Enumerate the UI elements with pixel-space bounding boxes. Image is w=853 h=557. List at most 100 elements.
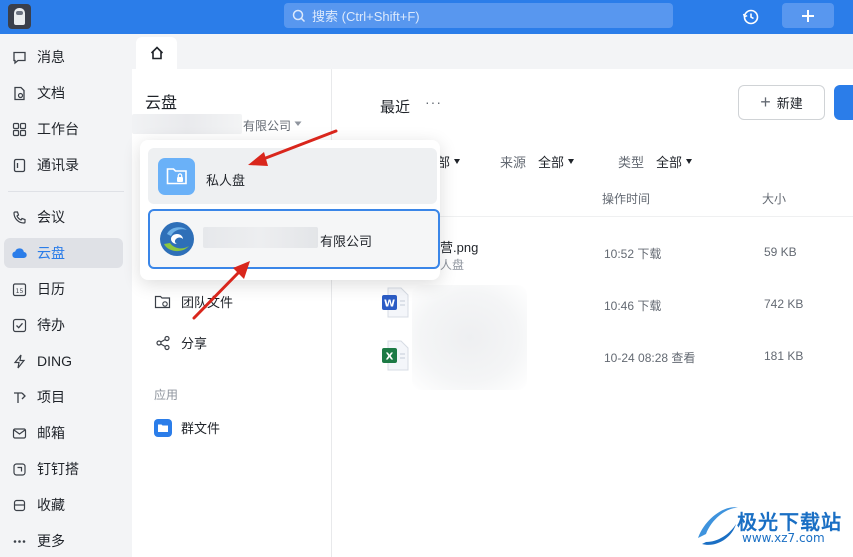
file-time: 10-24 08:28 查看 — [604, 351, 696, 365]
filter-type[interactable]: 类型 全部 — [618, 152, 693, 171]
filter-type-label: 类型 — [618, 155, 645, 170]
side-item-team-files[interactable]: 团队文件 — [154, 292, 233, 311]
file-time: 10:52 下载 — [604, 247, 662, 261]
share-icon — [154, 334, 172, 352]
more-options-button[interactable]: ··· — [425, 94, 442, 110]
nav-label: 消息 — [37, 49, 65, 65]
todo-icon — [11, 317, 27, 333]
filter-source-label: 来源 — [500, 155, 527, 170]
svg-text:W: W — [384, 299, 395, 310]
home-icon — [150, 46, 163, 60]
nav-label: 项目 — [37, 389, 65, 405]
nav-item-meeting[interactable]: 会议 — [4, 202, 123, 232]
nav-item-more[interactable]: 更多 — [4, 526, 123, 556]
nav-label: 更多 — [37, 533, 65, 549]
apps-section-label: 应用 — [154, 388, 179, 402]
file-name[interactable]: 营.png — [440, 237, 478, 256]
nav-label: 收藏 — [37, 497, 65, 513]
org-name-redacted — [132, 114, 242, 134]
nav-item-cloud[interactable]: 云盘 — [4, 238, 123, 268]
nav-item-todo[interactable]: 待办 — [4, 310, 123, 340]
more-icon — [11, 533, 27, 549]
svg-text:15: 15 — [15, 288, 23, 295]
filter-type-value: 全部 — [656, 155, 683, 170]
phone-icon — [11, 209, 27, 225]
chevron-down-icon — [454, 159, 461, 164]
nav-divider — [8, 191, 124, 192]
plus-icon — [802, 9, 814, 22]
org-logo-icon — [160, 222, 194, 256]
chevron-down-icon — [686, 159, 693, 164]
file-names-redacted — [412, 285, 527, 390]
side-item-label: 团队文件 — [181, 295, 234, 310]
team-folder-icon — [154, 293, 172, 311]
excel-file-icon: X — [382, 340, 409, 371]
page-title: 最近 — [380, 99, 411, 116]
chevron-down-icon — [568, 159, 575, 164]
nav-item-builder[interactable]: 钉钉搭 — [4, 454, 123, 484]
history-button[interactable] — [740, 6, 762, 28]
file-time: 10:46 下载 — [604, 299, 662, 313]
nav-label: 工作台 — [37, 121, 79, 137]
private-folder-icon — [158, 158, 195, 195]
history-icon — [742, 9, 759, 25]
nav-item-docs[interactable]: 文档 — [4, 78, 123, 108]
calendar-icon: 15 — [11, 281, 27, 297]
nav-item-project[interactable]: 项目 — [4, 382, 123, 412]
nav-label: 日历 — [37, 281, 65, 297]
filter-owner[interactable]: 部 — [437, 152, 461, 171]
favorite-icon — [11, 497, 27, 513]
org-selector[interactable]: 有限公司 — [243, 117, 291, 134]
nav-label: 会议 — [37, 209, 65, 225]
nav-label: 文档 — [37, 85, 65, 101]
new-button[interactable]: + 新建 — [738, 85, 825, 120]
nav-label: 通讯录 — [37, 157, 79, 173]
search-input[interactable]: 搜索 (Ctrl+Shift+F) — [284, 3, 673, 28]
org-name-redacted — [203, 227, 318, 248]
word-file-icon: W — [382, 287, 409, 318]
nav-item-contacts[interactable]: 通讯录 — [4, 150, 123, 180]
lightning-icon — [11, 353, 27, 369]
tab-home[interactable] — [136, 37, 177, 69]
column-header-time[interactable]: 操作时间 — [602, 190, 650, 207]
add-button[interactable] — [782, 3, 834, 28]
file-size: 181 KB — [764, 349, 804, 363]
chevron-down-icon[interactable] — [294, 121, 302, 127]
nav-item-favorites[interactable]: 收藏 — [4, 490, 123, 520]
side-item-label: 分享 — [181, 336, 208, 351]
user-avatar[interactable] — [8, 4, 31, 29]
plus-icon: + — [760, 92, 771, 112]
popup-item-label: 私人盘 — [206, 173, 246, 188]
upload-button[interactable] — [834, 85, 853, 120]
search-placeholder: 搜索 (Ctrl+Shift+F) — [312, 9, 420, 24]
filter-source-value: 全部 — [538, 155, 565, 170]
file-size: 742 KB — [764, 297, 804, 311]
file-location: 人盘 — [440, 258, 465, 272]
cloud-title: 云盘 — [145, 95, 178, 112]
side-item-group-files[interactable]: 群文件 — [154, 418, 220, 437]
nav-item-calendar[interactable]: 15 日历 — [4, 274, 123, 304]
search-icon — [292, 9, 306, 22]
builder-icon — [11, 461, 27, 477]
nav-label: 云盘 — [37, 245, 65, 261]
nav-item-workbench[interactable]: 工作台 — [4, 114, 123, 144]
nav-item-ding[interactable]: DING — [4, 346, 123, 376]
nav-item-mail[interactable]: 邮箱 — [4, 418, 123, 448]
file-size: 59 KB — [764, 245, 797, 259]
project-icon — [11, 389, 27, 405]
group-folder-icon — [154, 418, 172, 437]
workbench-icon — [11, 121, 27, 137]
column-header-size[interactable]: 大小 — [762, 190, 786, 207]
nav-label: DING — [37, 353, 72, 369]
popup-item-label: 有限公司 — [320, 234, 373, 249]
document-icon — [11, 85, 27, 101]
filter-source[interactable]: 来源 全部 — [500, 152, 575, 171]
message-icon — [11, 49, 27, 65]
nav-label: 邮箱 — [37, 425, 65, 441]
side-item-share[interactable]: 分享 — [154, 333, 207, 352]
contacts-icon — [11, 157, 27, 173]
nav-item-messages[interactable]: 消息 — [4, 42, 123, 72]
watermark-url: www.xz7.com — [742, 531, 825, 545]
nav-label: 待办 — [37, 317, 65, 333]
side-item-label: 群文件 — [181, 421, 221, 436]
